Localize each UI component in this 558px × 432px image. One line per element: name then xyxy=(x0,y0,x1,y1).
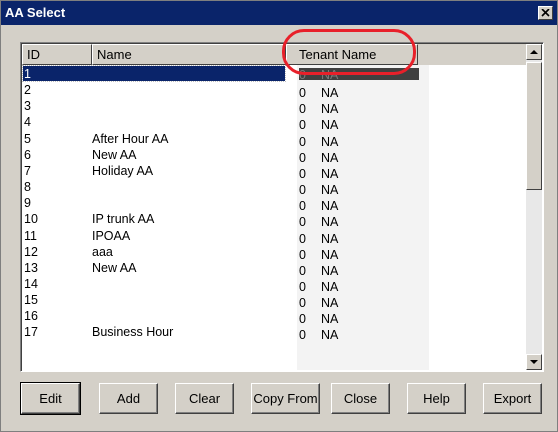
list-body: 1 0 NA 2 0 NA 3 0 NA 4 0 NA 5 After Hour AA 0 NA 6 New AA… xyxy=(22,65,526,370)
scroll-up-button[interactable] xyxy=(526,44,542,60)
row-id: 4 xyxy=(24,115,31,130)
row-tenant: 0 NA xyxy=(299,68,419,82)
list-row[interactable]: 11 IPOAA xyxy=(22,228,526,244)
row-id: 10 xyxy=(24,212,38,227)
clear-button[interactable]: Clear xyxy=(175,383,234,414)
list-row[interactable]: 1 xyxy=(22,65,526,82)
row-id: 12 xyxy=(24,244,38,259)
row-name: Business Hour xyxy=(92,325,174,340)
arrow-down-icon xyxy=(530,360,538,364)
scroll-thumb[interactable] xyxy=(526,62,542,190)
row-id: 17 xyxy=(24,325,38,340)
list-row[interactable]: 16 xyxy=(22,308,526,324)
row-name: IP trunk AA xyxy=(92,212,155,227)
title-bar[interactable]: AA Select xyxy=(1,1,557,25)
window-title: AA Select xyxy=(5,5,66,20)
row-tenant-name: NA xyxy=(321,328,339,343)
row-id: 14 xyxy=(24,276,38,291)
list-row[interactable]: 12 aaa xyxy=(22,244,526,260)
list-header: ID Name Tenant Name xyxy=(22,44,526,65)
close-window-button[interactable] xyxy=(538,6,553,20)
list-row[interactable]: 13 New AA xyxy=(22,260,526,276)
aa-list[interactable]: ID Name Tenant Name 1 0 NA 2 0 NA 3 0 NA 4 0 NA 5 Aft… xyxy=(20,42,544,372)
list-row[interactable]: 3 xyxy=(22,98,526,114)
copy-from-button[interactable]: Copy From xyxy=(251,383,320,414)
aa-select-dialog: AA Select ID Name Tenant Name 1 0 NA 2 0 NA 3 0… xyxy=(0,0,558,432)
edit-button[interactable]: Edit xyxy=(20,382,81,415)
export-button[interactable]: Export xyxy=(483,383,542,414)
list-row[interactable]: 9 xyxy=(22,195,526,211)
row-tenant-number: 0 xyxy=(299,328,306,343)
row-id: 11 xyxy=(24,228,37,243)
list-row[interactable]: 14 xyxy=(22,276,526,292)
row-name: New AA xyxy=(92,147,137,162)
row-id: 16 xyxy=(24,309,38,324)
add-button[interactable]: Add xyxy=(99,383,158,414)
row-id: 8 xyxy=(24,180,31,195)
row-tenant-number: 0 xyxy=(299,68,306,82)
column-header-id[interactable]: ID xyxy=(22,44,92,65)
help-button[interactable]: Help xyxy=(407,383,466,414)
row-name: New AA xyxy=(92,260,137,275)
vertical-scrollbar[interactable] xyxy=(526,44,542,370)
row-id: 7 xyxy=(24,163,31,178)
scroll-down-button[interactable] xyxy=(526,354,542,370)
column-header-name[interactable]: Name xyxy=(92,44,286,65)
row-name: IPOAA xyxy=(92,228,131,243)
row-id: 2 xyxy=(24,83,31,98)
selection-highlight xyxy=(22,65,286,82)
row-id: 9 xyxy=(24,196,31,211)
close-button[interactable]: Close xyxy=(331,383,390,414)
list-row[interactable]: 2 xyxy=(22,82,526,98)
arrow-up-icon xyxy=(530,50,538,54)
row-id: 1 xyxy=(24,67,31,81)
list-row[interactable]: 17 Business Hour xyxy=(22,324,526,340)
list-row[interactable]: 4 xyxy=(22,114,526,130)
row-id: 15 xyxy=(24,293,38,308)
row-tenant-name: NA xyxy=(321,68,339,82)
row-name: After Hour AA xyxy=(92,131,169,146)
row-name: Holiday AA xyxy=(92,163,154,178)
list-row[interactable]: 10 IP trunk AA xyxy=(22,211,526,227)
row-name: aaa xyxy=(92,244,113,259)
column-header-tenant-name[interactable]: Tenant Name xyxy=(286,44,418,65)
list-row[interactable]: 8 xyxy=(22,179,526,195)
row-id: 13 xyxy=(24,260,38,275)
close-icon xyxy=(541,9,550,17)
list-row[interactable]: 15 xyxy=(22,292,526,308)
list-row[interactable]: 6 New AA xyxy=(22,147,526,163)
row-id: 3 xyxy=(24,99,31,114)
list-row[interactable]: 7 Holiday AA xyxy=(22,163,526,179)
list-row[interactable]: 5 After Hour AA xyxy=(22,131,526,147)
row-id: 5 xyxy=(24,131,31,146)
row-id: 6 xyxy=(24,147,31,162)
